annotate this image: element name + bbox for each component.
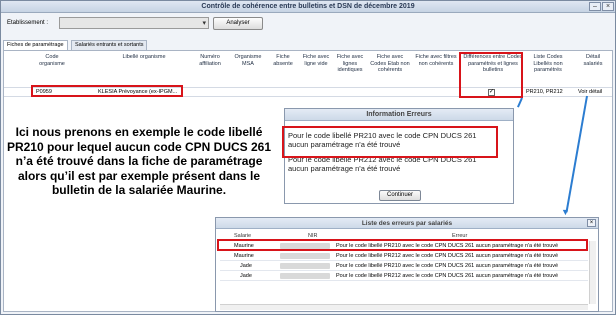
table-row[interactable]: Jade Pour le code libellé PR212 avec le … (220, 272, 588, 281)
tab-salaries-entrants-sortants[interactable]: Salariés entrants et sortants (71, 40, 148, 50)
highlight-organisme (31, 85, 183, 97)
voir-detail-link[interactable]: Voir détail (578, 89, 612, 95)
explanation-annotation: Ici nous prenons en exemple le code libe… (6, 125, 272, 197)
close-icon[interactable]: × (587, 219, 596, 227)
cell-liste-codes: PR210, PR212 (526, 89, 563, 95)
vertical-scrollbar[interactable] (589, 241, 596, 304)
col-header-libelle-organisme[interactable]: Libellé organisme (104, 54, 184, 61)
nir-redacted (280, 253, 330, 259)
app-window: Contrôle de cohérence entre bulletins et… (0, 0, 616, 315)
etablissement-label: Etablissement : (7, 20, 49, 26)
col-header-fiche-filtres[interactable]: Fiche avec filtres non cohérents (414, 54, 458, 67)
highlight-error-row (217, 239, 588, 251)
table-row[interactable]: Jade Pour le code libellé PR210 avec le … (220, 262, 588, 271)
nir-redacted (280, 263, 330, 269)
col-header-fiche-absente[interactable]: Fiche absente (268, 54, 298, 67)
table-row[interactable]: Maurine Pour le code libellé PR212 avec … (220, 252, 588, 261)
col-header-fiche-codes-etab[interactable]: Fiche avec Codes Etab non cohérents (368, 54, 412, 74)
tab-fiches-parametrage[interactable]: Fiches de paramétrage (3, 40, 68, 50)
nir-redacted (280, 273, 330, 279)
row-erreur: Pour le code libellé PR212 avec le code … (336, 253, 559, 259)
col-header-fiche-lignes-identiques[interactable]: Fiche avec lignes identiques (332, 54, 368, 74)
col-header-fiche-ligne-vide[interactable]: Fiche avec ligne vide (300, 54, 332, 67)
liste-erreurs-dialog: Liste des erreurs par salariés × Salarie… (215, 217, 599, 312)
col-header-code-organisme[interactable]: Code organisme (32, 54, 72, 67)
list-dialog-title: Liste des erreurs par salariés (216, 218, 598, 229)
row-erreur: Pour le code libellé PR212 avec le code … (336, 273, 559, 279)
continuer-button[interactable]: Continuer (379, 190, 421, 201)
col-header-detail-salaries[interactable]: Détail salariés (576, 54, 610, 67)
col-header-liste-codes[interactable]: Liste Codes Libellés non paramétrés (524, 54, 572, 74)
horizontal-scrollbar[interactable] (220, 304, 588, 310)
highlight-info-message (282, 126, 498, 158)
title-bar: Contrôle de cohérence entre bulletins et… (1, 1, 615, 13)
row-salarie: Maurine (234, 253, 254, 259)
highlight-differences (459, 52, 523, 98)
minimize-icon[interactable]: – (589, 2, 601, 11)
arrow-down-icon: ▼ (561, 207, 570, 217)
info-dialog-title: Information Erreurs (285, 109, 513, 121)
etablissement-select[interactable]: ▾ (59, 17, 209, 29)
chevron-down-icon: ▾ (202, 20, 206, 27)
analyser-button[interactable]: Analyser (213, 17, 263, 30)
close-icon[interactable]: × (602, 2, 614, 11)
col-header-numero-affiliation[interactable]: Numéro affiliation (192, 54, 228, 67)
row-salarie: Jade (240, 273, 252, 279)
row-erreur: Pour le code libellé PR210 avec le code … (336, 263, 559, 269)
col-header-organisme-msa[interactable]: Organisme MSA (232, 54, 264, 67)
window-title: Contrôle de cohérence entre bulletins et… (201, 3, 415, 10)
row-salarie: Jade (240, 263, 252, 269)
